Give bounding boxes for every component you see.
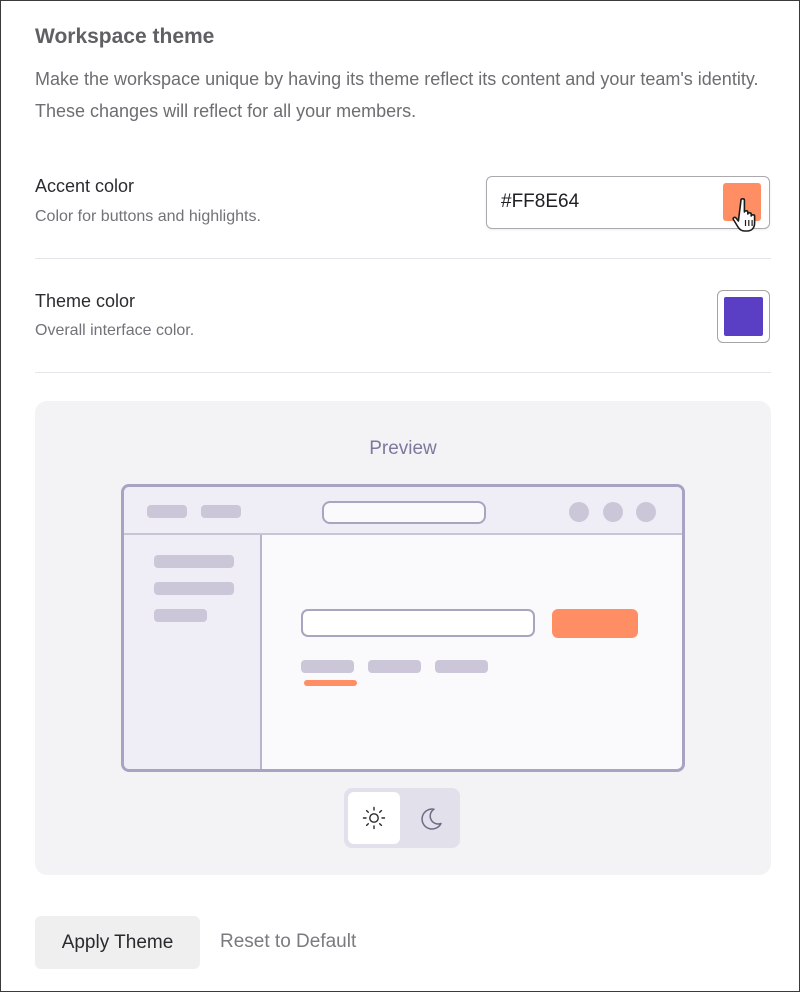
light-mode-button[interactable] [348, 792, 400, 844]
mock-text-line [435, 660, 488, 673]
section-title: Workspace theme [35, 25, 215, 48]
divider [35, 372, 771, 373]
section-description: Make the workspace unique by having its … [35, 69, 759, 121]
mock-tab-placeholder [201, 505, 241, 518]
mock-address-bar [322, 501, 486, 524]
mock-titlebar [124, 487, 682, 535]
mock-sidebar-line [154, 609, 207, 622]
mock-text-line [368, 660, 421, 673]
accent-color-value[interactable]: #FF8E64 [501, 191, 579, 213]
accent-color-description: Color for buttons and highlights. [35, 208, 261, 225]
reset-to-default-button[interactable]: Reset to Default [220, 931, 356, 953]
moon-icon [421, 808, 442, 830]
appearance-mode-toggle[interactable] [344, 788, 460, 848]
mock-input [301, 609, 535, 637]
theme-color-description: Overall interface color. [35, 322, 195, 339]
mock-accent-button [552, 609, 638, 638]
mock-window-dot [569, 502, 589, 522]
mock-window-dot [636, 502, 656, 522]
theme-color-picker[interactable] [717, 290, 770, 343]
preview-panel: Preview [35, 401, 771, 875]
mock-accent-underline [304, 680, 357, 686]
theme-color-label: Theme color [35, 291, 136, 311]
mock-text-line [301, 660, 354, 673]
dark-mode-button[interactable] [404, 792, 456, 844]
mock-window-dot [603, 502, 623, 522]
apply-theme-button[interactable]: Apply Theme [35, 916, 200, 969]
mock-sidebar-line [154, 555, 234, 568]
mock-sidebar-line [154, 582, 234, 595]
mock-tab-placeholder [147, 505, 187, 518]
preview-mock-window [121, 484, 685, 772]
preview-label: Preview [369, 438, 437, 459]
hand-pointer-icon [732, 198, 756, 232]
workspace-theme-panel: Workspace theme Make the workspace uniqu… [0, 0, 800, 992]
divider [35, 258, 771, 259]
theme-color-swatch[interactable] [724, 297, 763, 336]
sun-icon [362, 806, 386, 830]
accent-color-input[interactable]: #FF8E64 [486, 176, 770, 229]
mock-sidebar [124, 535, 262, 769]
accent-color-label: Accent color [35, 176, 135, 196]
